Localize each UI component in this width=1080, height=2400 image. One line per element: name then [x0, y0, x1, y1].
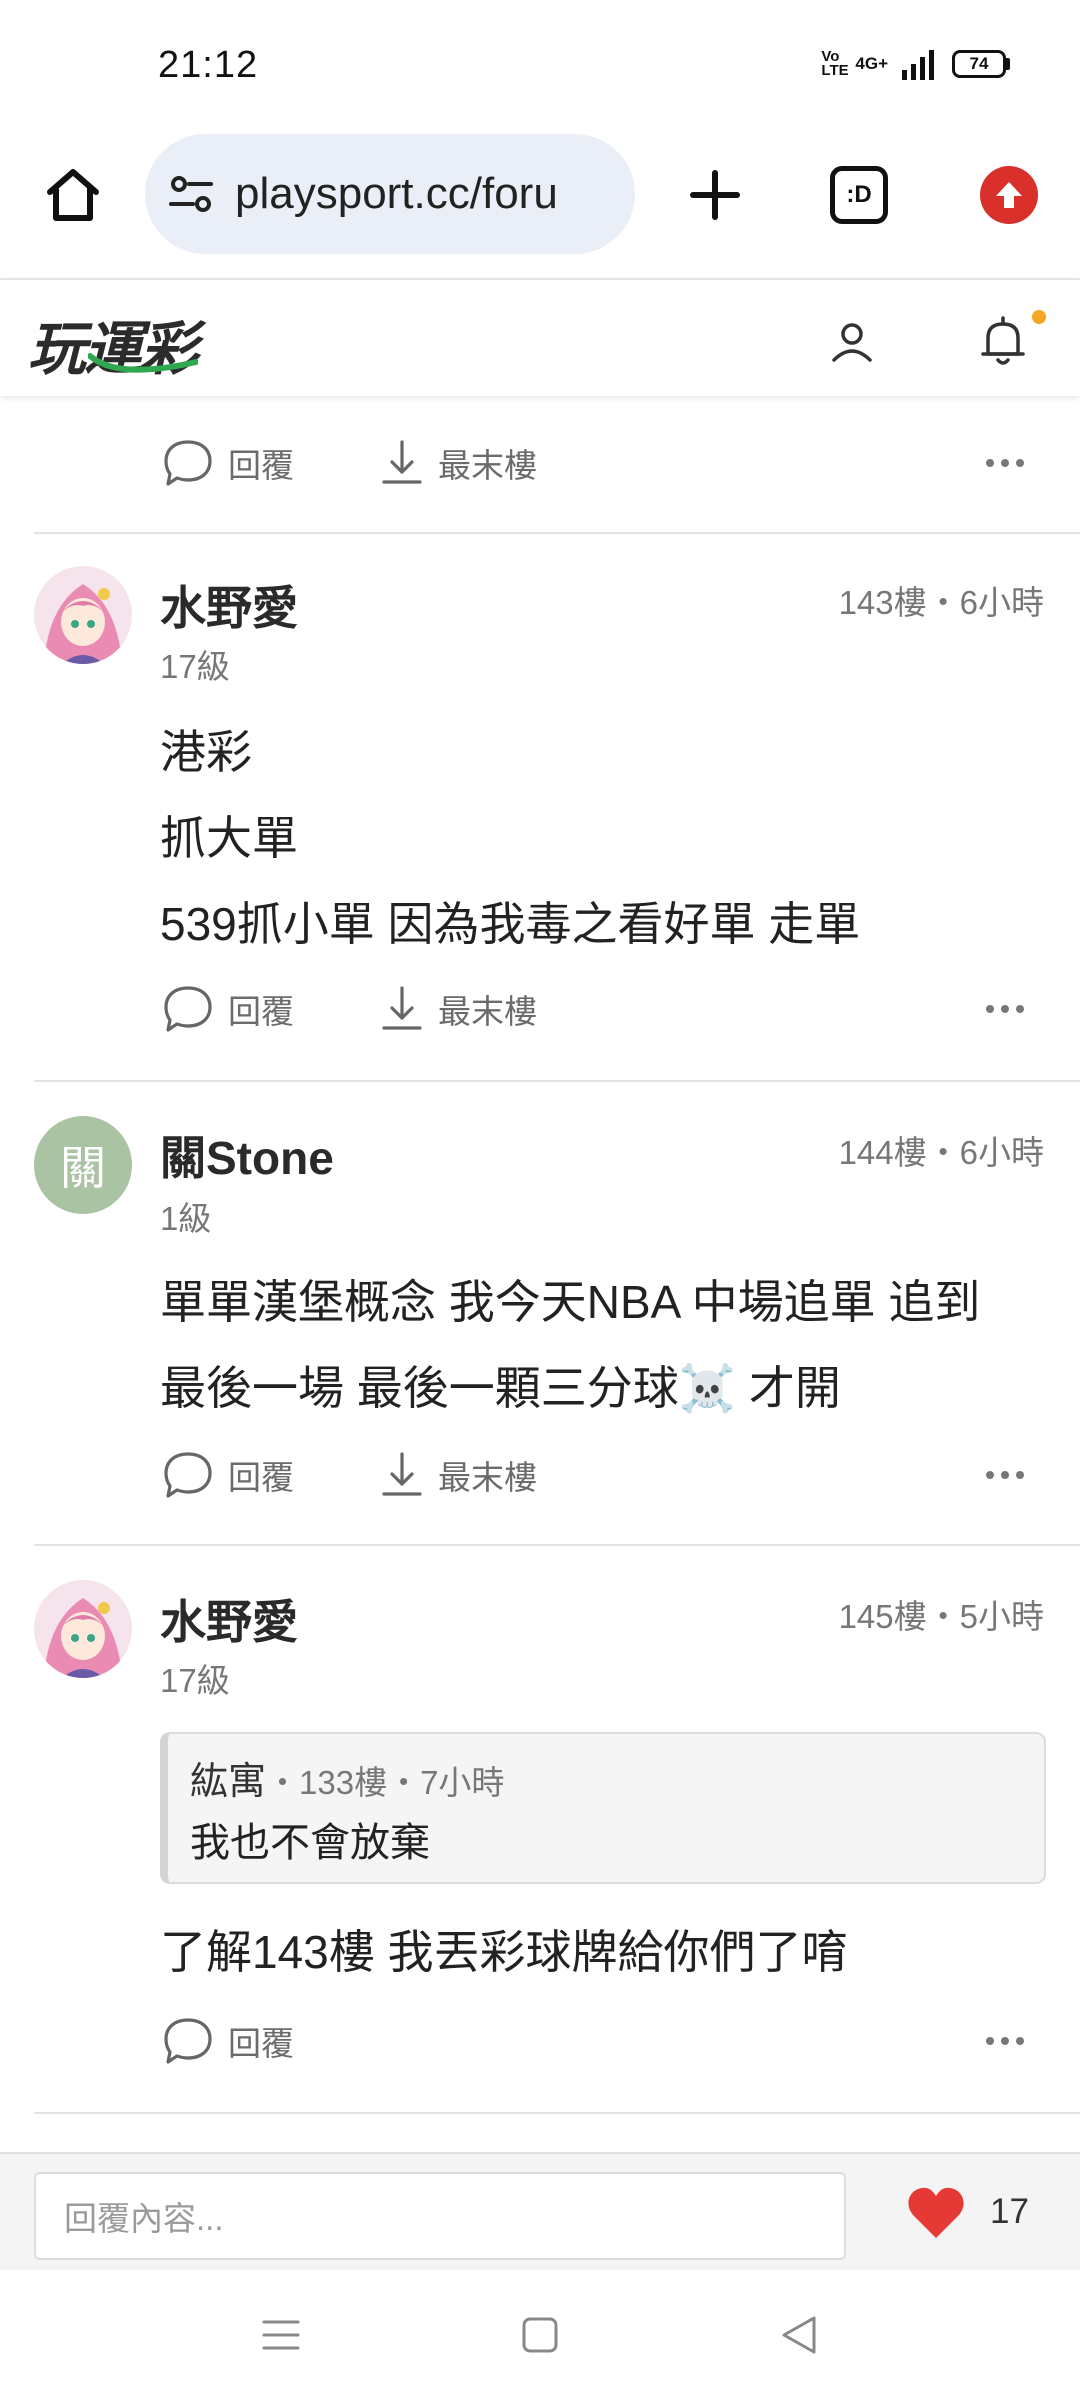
comment-icon [164, 1452, 212, 1498]
home-square-icon[interactable] [515, 2310, 565, 2360]
reply-button[interactable]: 回覆 [162, 428, 294, 498]
comment-icon [164, 2018, 212, 2064]
status-time: 21:12 [158, 44, 259, 86]
user-level: 1級 [160, 1200, 212, 1237]
home-button[interactable] [38, 160, 108, 230]
comment-icon [164, 440, 212, 486]
last-floor-label: 最末樓 [438, 1459, 537, 1496]
more-button[interactable] [980, 2006, 1030, 2076]
download-arrow-icon [382, 440, 422, 484]
more-icon [986, 1471, 1024, 1479]
avatar[interactable] [34, 1580, 132, 1678]
user-level: 17級 [160, 1662, 230, 1699]
tab-switcher-icon: :D [846, 181, 872, 208]
last-floor-button[interactable]: 最末樓 [380, 974, 537, 1044]
heart-icon[interactable] [906, 2184, 966, 2240]
network-type-label: 4G+ [855, 54, 888, 73]
quote-meta: ・133樓・7小時 [266, 1764, 505, 1801]
post-item: 水野愛 17級 145樓・5小時 紘寓・133樓・7小時 我也不會放棄 了解14… [0, 1546, 1080, 2112]
status-bar: 21:12 Vo LTE 4G+ 74 [0, 0, 1080, 130]
post-actions: 回覆 最末樓 [0, 1440, 1080, 1510]
plus-icon [690, 170, 740, 220]
post-actions: 回覆 最末樓 [0, 974, 1080, 1044]
bell-icon[interactable] [978, 314, 1028, 368]
post-actions: 回覆 最末樓 [0, 428, 1080, 498]
tab-switcher-button[interactable]: :D [830, 166, 888, 224]
back-icon[interactable] [774, 2310, 824, 2360]
home-icon [47, 169, 99, 221]
reply-button[interactable]: 回覆 [162, 1440, 294, 1510]
reply-input[interactable]: 回覆內容... [34, 2172, 846, 2260]
more-icon [986, 2037, 1024, 2045]
reply-label: 回覆 [228, 447, 294, 484]
post-text-line: 單單漢堡概念 我今天NBA 中場追單 追到 [160, 1276, 981, 1328]
more-button[interactable] [980, 428, 1030, 498]
last-floor-label: 最末樓 [438, 993, 537, 1030]
post-text-line: 港彩 [160, 726, 252, 778]
reply-bar: 回覆內容... 17 [0, 2152, 1080, 2270]
quote-text: 我也不會放棄 [190, 1821, 430, 1865]
more-icon [986, 1005, 1024, 1013]
quote-header: 紘寓・133樓・7小時 [190, 1750, 504, 1805]
post-meta: 144樓・6小時 [838, 1134, 1044, 1171]
post-divider [34, 2112, 1080, 2114]
reply-label: 回覆 [228, 2025, 294, 2062]
reply-label: 回覆 [228, 1459, 294, 1496]
avatar-letter: 關 [60, 1142, 106, 1194]
site-header: 玩運彩 [0, 278, 1080, 396]
battery-level: 74 [952, 50, 1006, 78]
quoted-reply[interactable]: 紘寓・133樓・7小時 我也不會放棄 [160, 1732, 1046, 1884]
extension-icon [996, 182, 1022, 208]
volte-label: Vo LTE [821, 48, 849, 79]
extension-button[interactable] [980, 166, 1038, 224]
post-item: 關 關Stone 1級 144樓・6小時 單單漢堡概念 我今天NBA 中場追單 … [0, 1082, 1080, 1546]
menu-icon[interactable] [256, 2310, 306, 2360]
username[interactable]: 關Stone [160, 1122, 334, 1188]
anime-avatar-icon [34, 566, 132, 664]
logo-swoosh [88, 353, 198, 373]
comment-icon [164, 986, 212, 1032]
avatar[interactable] [34, 566, 132, 664]
signal-icon [902, 50, 934, 80]
download-arrow-icon [382, 986, 422, 1030]
post-text-line: 最後一場 最後一顆三分球☠️ 才開 [160, 1362, 841, 1414]
post-text-line: 539抓小單 因為我毒之看好單 走單 [160, 898, 861, 950]
system-nav-bar [0, 2270, 1080, 2400]
quote-author: 紘寓 [190, 1761, 267, 1803]
like-count: 17 [990, 2192, 1029, 2231]
user-icon[interactable] [828, 318, 876, 366]
url-text[interactable]: playsport.cc/foru [235, 169, 558, 219]
more-icon [986, 459, 1024, 467]
user-level: 17級 [160, 648, 230, 685]
download-arrow-icon [382, 1452, 422, 1496]
reply-label: 回覆 [228, 993, 294, 1030]
status-icons: Vo LTE 4G+ 74 [821, 48, 1010, 80]
post-text-line: 抓大單 [160, 812, 298, 864]
address-bar[interactable]: playsport.cc/foru [145, 134, 635, 254]
post-meta: 143樓・6小時 [838, 584, 1044, 621]
new-tab-button[interactable] [680, 160, 750, 230]
username[interactable]: 水野愛 [160, 1586, 298, 1652]
site-settings-icon[interactable] [167, 170, 215, 218]
last-floor-button[interactable]: 最末樓 [380, 1440, 537, 1510]
post-text-line: 了解143樓 我丟彩球牌給你們了唷 [160, 1926, 848, 1978]
browser-toolbar: playsport.cc/foru :D [0, 130, 1080, 278]
username[interactable]: 水野愛 [160, 572, 298, 638]
last-floor-button[interactable]: 最末樓 [380, 428, 537, 498]
reply-button[interactable]: 回覆 [162, 974, 294, 1044]
more-button[interactable] [980, 1440, 1030, 1510]
more-button[interactable] [980, 974, 1030, 1044]
last-floor-label: 最末樓 [438, 447, 537, 484]
post-actions: 回覆 [0, 2006, 1080, 2076]
battery-icon: 74 [952, 50, 1010, 78]
post-item: 水野愛 17級 143樓・6小時 港彩 抓大單 539抓小單 因為我毒之看好單 … [0, 534, 1080, 1080]
anime-avatar-icon [34, 1580, 132, 1678]
reply-button[interactable]: 回覆 [162, 2006, 294, 2076]
post-meta: 145樓・5小時 [838, 1598, 1044, 1635]
notification-dot [1032, 310, 1046, 324]
avatar[interactable]: 關 [34, 1116, 132, 1214]
